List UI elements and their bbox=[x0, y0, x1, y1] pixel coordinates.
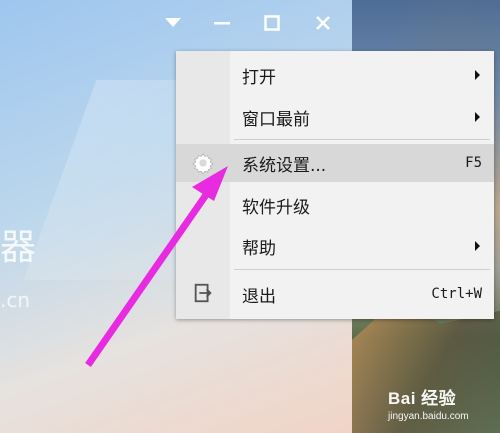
menu-item-label: 系统设置... bbox=[242, 155, 327, 176]
watermark-sub: jingyan.baidu.com bbox=[388, 411, 469, 422]
menu-icon-gutter bbox=[176, 51, 230, 319]
menu-item-label: 窗口最前 bbox=[242, 109, 310, 130]
close-button[interactable] bbox=[308, 8, 338, 38]
context-menu: 打开 窗口最前 系统设置... F5 软件升级 帮助 退出 Ctrl+W bbox=[176, 51, 494, 319]
menu-item-label: 帮助 bbox=[242, 238, 276, 259]
menu-shortcut: Ctrl+W bbox=[431, 286, 482, 302]
menu-shortcut: F5 bbox=[465, 155, 482, 171]
menu-item-always-on-top[interactable]: 窗口最前 bbox=[230, 98, 494, 136]
dropdown-button[interactable] bbox=[158, 8, 188, 38]
app-title-partial: 器 bbox=[0, 227, 39, 268]
menu-separator bbox=[234, 139, 490, 140]
close-icon bbox=[316, 16, 330, 30]
dropdown-icon bbox=[165, 18, 181, 27]
watermark-main: Bai 经验 bbox=[388, 389, 457, 408]
exit-icon bbox=[194, 283, 212, 303]
maximize-button[interactable] bbox=[257, 8, 287, 38]
gear-icon bbox=[192, 153, 214, 174]
title-bar bbox=[0, 0, 352, 50]
menu-item-open[interactable]: 打开 bbox=[230, 56, 494, 94]
menu-item-software-upgrade[interactable]: 软件升级 bbox=[230, 186, 494, 224]
minimize-button[interactable] bbox=[207, 8, 237, 38]
maximize-icon bbox=[264, 15, 280, 31]
menu-separator bbox=[234, 269, 490, 270]
submenu-arrow-icon bbox=[475, 70, 480, 80]
submenu-arrow-icon bbox=[475, 241, 480, 251]
menu-item-label: 打开 bbox=[242, 67, 276, 88]
submenu-arrow-icon bbox=[475, 112, 480, 122]
menu-item-system-settings[interactable]: 系统设置... F5 bbox=[230, 144, 494, 182]
minimize-icon bbox=[214, 22, 230, 25]
menu-item-label: 软件升级 bbox=[242, 197, 310, 218]
baidu-watermark: Bai 经验 jingyan.baidu.com bbox=[388, 384, 498, 426]
menu-item-exit[interactable]: 退出 Ctrl+W bbox=[230, 275, 494, 313]
app-url-partial: .cn bbox=[0, 288, 31, 312]
menu-item-label: 退出 bbox=[242, 286, 276, 307]
menu-item-help[interactable]: 帮助 bbox=[230, 227, 494, 265]
